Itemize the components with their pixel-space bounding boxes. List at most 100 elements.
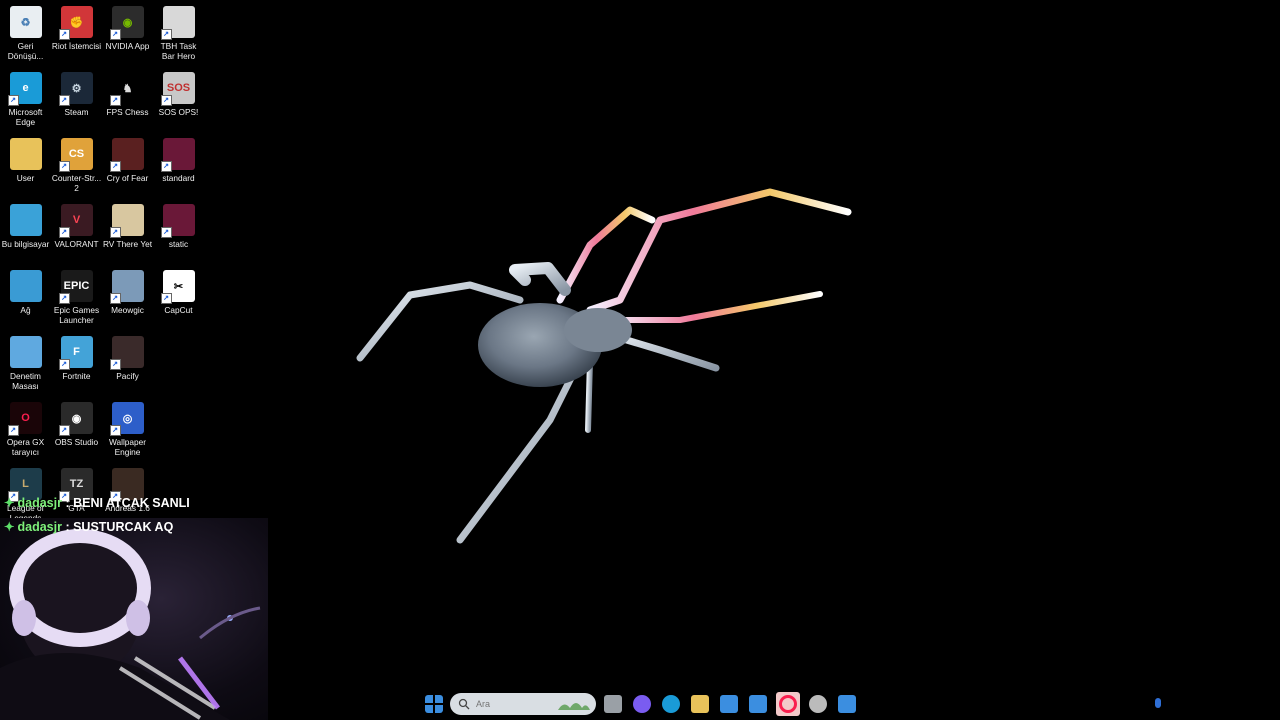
folder-icon bbox=[691, 695, 709, 713]
desktop-shortcut[interactable]: F ↗ Fortnite bbox=[51, 332, 102, 398]
desktop: ♻ Geri Dönüşü... e ↗ Microsoft Edge User Bu bi… bbox=[0, 0, 1280, 720]
desktop-shortcut-label: Riot İstemcisi bbox=[51, 41, 102, 51]
shortcut-arrow-icon: ↗ bbox=[160, 227, 172, 238]
store-button[interactable] bbox=[720, 695, 738, 713]
mail-icon bbox=[749, 695, 767, 713]
opera-gx-icon bbox=[779, 695, 797, 713]
microphone-icon[interactable] bbox=[1155, 698, 1161, 708]
desktop-shortcut[interactable]: ↗ Cry of Fear bbox=[102, 134, 153, 200]
desktop-shortcut[interactable]: ⚙ ↗ Steam bbox=[51, 68, 102, 134]
chat-username: dadasjr bbox=[17, 520, 62, 534]
desktop-shortcut-label: Wallpaper Engine bbox=[108, 437, 147, 457]
desktop-shortcut-label: standard bbox=[162, 173, 195, 183]
stream-chat-overlay: ✦ dadasjr : BENI ATCAK SANLI ✦ dadasjr : SU… bbox=[0, 494, 190, 542]
folder-icon bbox=[9, 138, 42, 170]
shortcut-arrow-icon: ↗ bbox=[109, 29, 121, 40]
search-icon bbox=[458, 698, 470, 710]
desktop-shortcut-label: Ağ bbox=[20, 305, 31, 315]
desktop-shortcut[interactable]: ✂ ↗ CapCut bbox=[153, 266, 204, 332]
recycle-bin-icon: ♻ bbox=[9, 6, 42, 38]
desktop-shortcut[interactable]: ♞ ↗ FPS Chess bbox=[102, 68, 153, 134]
taskbar-search[interactable] bbox=[450, 693, 596, 715]
desktop-shortcut[interactable]: Bu bilgisayar bbox=[0, 200, 51, 266]
opera-gx-taskbar-button[interactable] bbox=[776, 692, 800, 716]
desktop-shortcut[interactable]: ↗ TBH Task Bar Hero bbox=[153, 2, 204, 68]
chat-message: ✦ dadasjr : SUSTURCAK AQ bbox=[0, 518, 190, 542]
desktop-shortcut-label: OBS Studio bbox=[54, 437, 99, 447]
wallpaper-app-button[interactable] bbox=[838, 695, 856, 713]
copilot-icon bbox=[633, 695, 651, 713]
desktop-shortcut[interactable]: ↗ RV There Yet bbox=[102, 200, 153, 266]
desktop-shortcut-label: Meowgic bbox=[111, 305, 144, 315]
control-panel-icon bbox=[9, 336, 42, 368]
nvidia-icon: ◉ ↗ bbox=[109, 6, 144, 40]
epic-games-icon: EPIC ↗ bbox=[58, 270, 93, 304]
desktop-shortcut-label: User bbox=[16, 173, 35, 183]
desktop-shortcut[interactable]: V ↗ VALORANT bbox=[51, 200, 102, 266]
desktop-shortcut-label: Opera GX tarayıcı bbox=[6, 437, 45, 457]
shortcut-arrow-icon: ↗ bbox=[58, 359, 70, 370]
valorant-icon: V ↗ bbox=[58, 204, 93, 238]
desktop-shortcut-label: Counter-Str... 2 bbox=[51, 173, 102, 193]
desktop-shortcut-label: FPS Chess bbox=[106, 107, 149, 117]
desktop-shortcut[interactable]: ◎ ↗ Wallpaper Engine bbox=[102, 398, 153, 464]
shortcut-arrow-icon: ↗ bbox=[58, 227, 70, 238]
chat-username: dadasjr bbox=[17, 496, 62, 510]
outlook-button[interactable] bbox=[749, 695, 767, 713]
desktop-shortcut-label: CapCut bbox=[164, 305, 193, 315]
desktop-shortcut[interactable]: O ↗ Opera GX tarayıcı bbox=[0, 398, 51, 464]
task-view-icon bbox=[604, 695, 622, 713]
shortcut-arrow-icon: ↗ bbox=[160, 29, 172, 40]
shortcut-arrow-icon: ↗ bbox=[58, 95, 70, 106]
shortcut-arrow-icon: ↗ bbox=[7, 425, 19, 436]
shortcut-arrow-icon: ↗ bbox=[58, 425, 70, 436]
computer-icon bbox=[9, 204, 42, 236]
desktop-shortcut[interactable]: ◉ ↗ OBS Studio bbox=[51, 398, 102, 464]
desktop-shortcut-label: TBH Task Bar Hero bbox=[160, 41, 197, 61]
desktop-shortcut-label: Steam bbox=[64, 107, 89, 117]
desktop-shortcut[interactable]: User bbox=[0, 134, 51, 200]
copilot-button[interactable] bbox=[633, 695, 651, 713]
desktop-shortcut[interactable]: Denetim Masası bbox=[0, 332, 51, 398]
desktop-shortcut[interactable]: ♻ Geri Dönüşü... bbox=[0, 2, 51, 68]
desktop-shortcut[interactable]: ↗ static bbox=[153, 200, 204, 266]
desktop-shortcut[interactable]: ◉ ↗ NVIDIA App bbox=[102, 2, 153, 68]
desktop-shortcut[interactable]: ✊ ↗ Riot İstemcisi bbox=[51, 2, 102, 68]
desktop-shortcut-label: SOS OPS! bbox=[158, 107, 199, 117]
desktop-shortcut[interactable]: EPIC ↗ Epic Games Launcher bbox=[51, 266, 102, 332]
steam-icon: ⚙ ↗ bbox=[58, 72, 93, 106]
static-file-icon: ↗ bbox=[160, 204, 195, 238]
windows-icon bbox=[425, 695, 443, 713]
obs-studio-icon: ◉ ↗ bbox=[58, 402, 93, 436]
task-view-button[interactable] bbox=[604, 695, 622, 713]
fps-chess-icon: ♞ ↗ bbox=[109, 72, 144, 106]
file-explorer-button[interactable] bbox=[691, 695, 709, 713]
shortcut-arrow-icon: ↗ bbox=[109, 95, 121, 106]
start-button[interactable] bbox=[425, 695, 443, 713]
tbh-task-bar-hero-icon: ↗ bbox=[160, 6, 195, 40]
edge-taskbar-button[interactable] bbox=[662, 695, 680, 713]
obs-taskbar-button[interactable] bbox=[809, 695, 827, 713]
desktop-shortcut[interactable]: ↗ Pacify bbox=[102, 332, 153, 398]
shortcut-arrow-icon: ↗ bbox=[160, 293, 172, 304]
desktop-shortcut-label: Fortnite bbox=[62, 371, 91, 381]
search-input[interactable] bbox=[476, 699, 556, 709]
desktop-shortcut[interactable]: ↗ standard bbox=[153, 134, 204, 200]
desktop-shortcut-label: Denetim Masası bbox=[10, 371, 41, 391]
desktop-shortcut-label: Cry of Fear bbox=[106, 173, 149, 183]
standard-file-icon: ↗ bbox=[160, 138, 195, 172]
desktop-shortcut[interactable]: CS ↗ Counter-Str... 2 bbox=[51, 134, 102, 200]
desktop-shortcut[interactable]: SOS ↗ SOS OPS! bbox=[153, 68, 204, 134]
desktop-shortcut-label: Bu bilgisayar bbox=[1, 239, 50, 249]
shortcut-arrow-icon: ↗ bbox=[7, 95, 19, 106]
desktop-shortcut[interactable]: Ağ bbox=[0, 266, 51, 332]
sparkle-icon: ✦ bbox=[4, 496, 15, 510]
network-icon bbox=[9, 270, 42, 302]
desktop-shortcut-label: Pacify bbox=[116, 371, 139, 381]
desktop-shortcut[interactable]: e ↗ Microsoft Edge bbox=[0, 68, 51, 134]
pacify-icon: ↗ bbox=[109, 336, 144, 370]
desktop-shortcut[interactable]: ↗ Meowgic bbox=[102, 266, 153, 332]
fortnite-icon: F ↗ bbox=[58, 336, 93, 370]
desktop-shortcut-label: Epic Games Launcher bbox=[53, 305, 100, 325]
edge-icon bbox=[662, 695, 680, 713]
